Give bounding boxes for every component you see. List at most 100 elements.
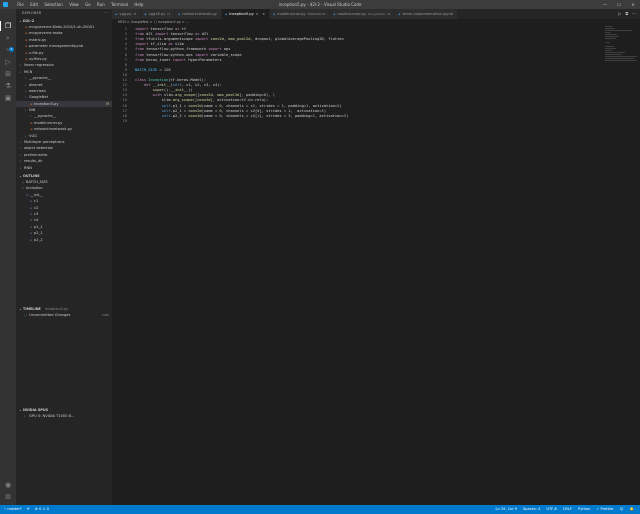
timeline-entry[interactable]: ○ Uncommitted Changes now (16, 312, 112, 318)
code-line[interactable]: from tfutils.argumentscope import conv2d… (135, 37, 344, 41)
more-icon[interactable]: ··· (632, 9, 636, 19)
line-number: 11 (122, 78, 127, 82)
activity-bar: ❐ ⌕ ⑂ 6 ▷ ⊞ ⚗ ▣ ◉ ⚙ (0, 9, 16, 505)
line-number: 19 (122, 118, 127, 123)
python-file-icon: ◆ (177, 12, 181, 16)
minimap-line (605, 38, 617, 39)
code-line[interactable]: self.p1_1 = conv2d(name = 0, channels = … (135, 104, 342, 108)
sync-icon[interactable]: ⟳ (27, 505, 30, 514)
menu-selection[interactable]: Selection (41, 0, 66, 9)
menu-edit[interactable]: Edit (27, 0, 41, 9)
feedback-icon[interactable]: ☺ (620, 505, 624, 514)
python-file-icon: ◆ (224, 12, 228, 16)
branch-indicator[interactable]: ⑂ master* (4, 505, 22, 514)
code-line[interactable]: with slim.arg_scope([conv2d, max_pool2d]… (135, 93, 275, 97)
code-line[interactable]: self.p2_2 = conv2d(name = 0, channels = … (135, 114, 349, 118)
explorer-icon[interactable]: ❐ (4, 22, 12, 30)
minimap[interactable] (605, 26, 637, 61)
testing-icon[interactable]: ⚗ (4, 82, 12, 90)
line-number: 15 (122, 98, 127, 103)
tab-actions: ▷ ⧉ ··· (618, 9, 636, 19)
menu-file[interactable]: File (14, 0, 27, 9)
notifications-icon[interactable]: 🔔 (630, 505, 634, 514)
editor-tab[interactable]: ◆ modelrunner.py NiN/trNIN M (269, 9, 331, 19)
minimap-line (605, 48, 617, 49)
extensions-icon[interactable]: ⊞ (4, 70, 12, 78)
line-number: 9 (124, 67, 127, 72)
tab-label: modelrunner.py (277, 12, 306, 16)
cursor-position[interactable]: Ln 19, Col 9 (495, 505, 516, 514)
commit-icon: ○ (24, 313, 27, 317)
tree-item-label: results_dir (24, 159, 43, 164)
outline-item-label: c4 (34, 218, 39, 223)
menu-terminal[interactable]: Terminal (108, 0, 131, 9)
line-number: 14 (122, 93, 127, 98)
outline-item[interactable]: ▫ p2_2 (16, 237, 112, 243)
editor-tab[interactable]: ◆ vgg.py M (112, 9, 142, 19)
code-line[interactable]: from tensorflow.python.ops import variab… (135, 53, 242, 57)
workspace-root-label: D2L-2 (23, 19, 35, 23)
minimap-line (605, 42, 610, 43)
outline-item-label: BATCH_SIZE (26, 179, 48, 184)
menu-run[interactable]: Run (94, 0, 108, 9)
tree-item-label: exercises (29, 88, 46, 93)
more-actions-icon[interactable]: ··· (104, 9, 112, 18)
code-line[interactable]: from tensorflow.python.framework import … (135, 47, 231, 51)
line-number: 1 (124, 27, 127, 31)
menu-help[interactable]: Help (131, 0, 147, 9)
title-bar: File Edit Selection View Go Run Terminal… (0, 0, 640, 9)
line-ending[interactable]: CRLF (563, 505, 572, 514)
indentation[interactable]: Spaces: 4 (523, 505, 540, 514)
code-line[interactable]: from keras_tuner import HyperParameters (135, 58, 222, 62)
close-icon[interactable]: ✕ (626, 0, 640, 9)
outline-item-label: c3 (34, 211, 39, 216)
gpu-entry[interactable]: › GPU 0: NVIDIA T1000 8... (16, 413, 112, 419)
code-line[interactable]: super().__init__() (135, 88, 193, 92)
run-file-icon[interactable]: ▷ (618, 9, 621, 19)
problems-indicator[interactable]: ⊗ 0 ⚠ 0 (35, 505, 49, 514)
minimap-line (605, 46, 615, 47)
line-number: 8 (124, 62, 127, 67)
minimap-line (605, 30, 633, 31)
encoding[interactable]: UTF-8 (546, 505, 556, 514)
code-line[interactable]: BATCH_SIZE = 128 (135, 68, 171, 72)
minimap-line (605, 58, 634, 59)
tree-folder[interactable]: › RNN (16, 165, 112, 171)
settings-icon[interactable]: ⚙ (4, 493, 12, 501)
prettier-status[interactable]: ✓ Prettier (596, 505, 613, 514)
editor-tab[interactable]: ◆ modelrunner.py GoogleNet/.. M (330, 9, 396, 19)
line-number: 5 (124, 47, 127, 52)
editor-tab[interactable]: ◆ keras implementation.ipynb (395, 9, 459, 19)
tab-hint: M (133, 12, 137, 16)
editor-tab[interactable]: ◆ networknetwork.py (174, 9, 222, 19)
code-editor[interactable]: 1 import tensorflow as tf 2 from d2l import… (112, 26, 602, 505)
language-mode[interactable]: Python (578, 505, 590, 514)
account-icon[interactable]: ◉ (4, 481, 12, 489)
breadcrumb[interactable]: MCN > GoogleNet > ⬡ inception5.py > ... (112, 19, 640, 26)
tab-label: modelrunner.py (337, 12, 366, 16)
line-number: 13 (122, 88, 127, 93)
line-number: 7 (124, 57, 127, 62)
maximize-icon[interactable]: ☐ (612, 0, 626, 9)
tree-item-label: x-file.py (29, 50, 44, 55)
search-icon[interactable]: ⌕ (4, 34, 12, 42)
tree-item-label: inception5.py (34, 101, 59, 106)
code-line[interactable]: import tf_slim as slim (135, 42, 184, 46)
close-tab-icon[interactable]: ✕ (262, 9, 265, 19)
run-debug-icon[interactable]: ▷ (4, 58, 12, 66)
minimize-icon[interactable]: — (598, 0, 612, 9)
remote-icon[interactable]: ▣ (4, 94, 12, 102)
menu-go[interactable]: Go (82, 0, 94, 9)
editor-tab[interactable]: ◆ inception5.py M ✕ (221, 9, 270, 19)
tree-item-label: MCN (24, 69, 33, 74)
code-line[interactable]: from d2l import tensorflow as d2l (135, 32, 208, 36)
code-line[interactable]: def __init__(self, c1, c2, c3, c4): (135, 83, 222, 87)
editor-tab[interactable]: ◆ vgg16.py M (141, 9, 175, 19)
code-line[interactable]: import tensorflow as tf (135, 27, 186, 31)
tree-item-label: mnpyeverne.make (29, 31, 63, 36)
menu-view[interactable]: View (66, 0, 82, 9)
code-line[interactable]: class Inception(tf.keras.Model): (135, 78, 206, 82)
code-line[interactable]: self.p2_1 = conv2d(name = 0, channels = … (135, 109, 326, 113)
code-line[interactable]: slim.arg_scope([conv2d], activation=tf.n… (135, 98, 269, 102)
split-editor-icon[interactable]: ⧉ (625, 9, 628, 19)
